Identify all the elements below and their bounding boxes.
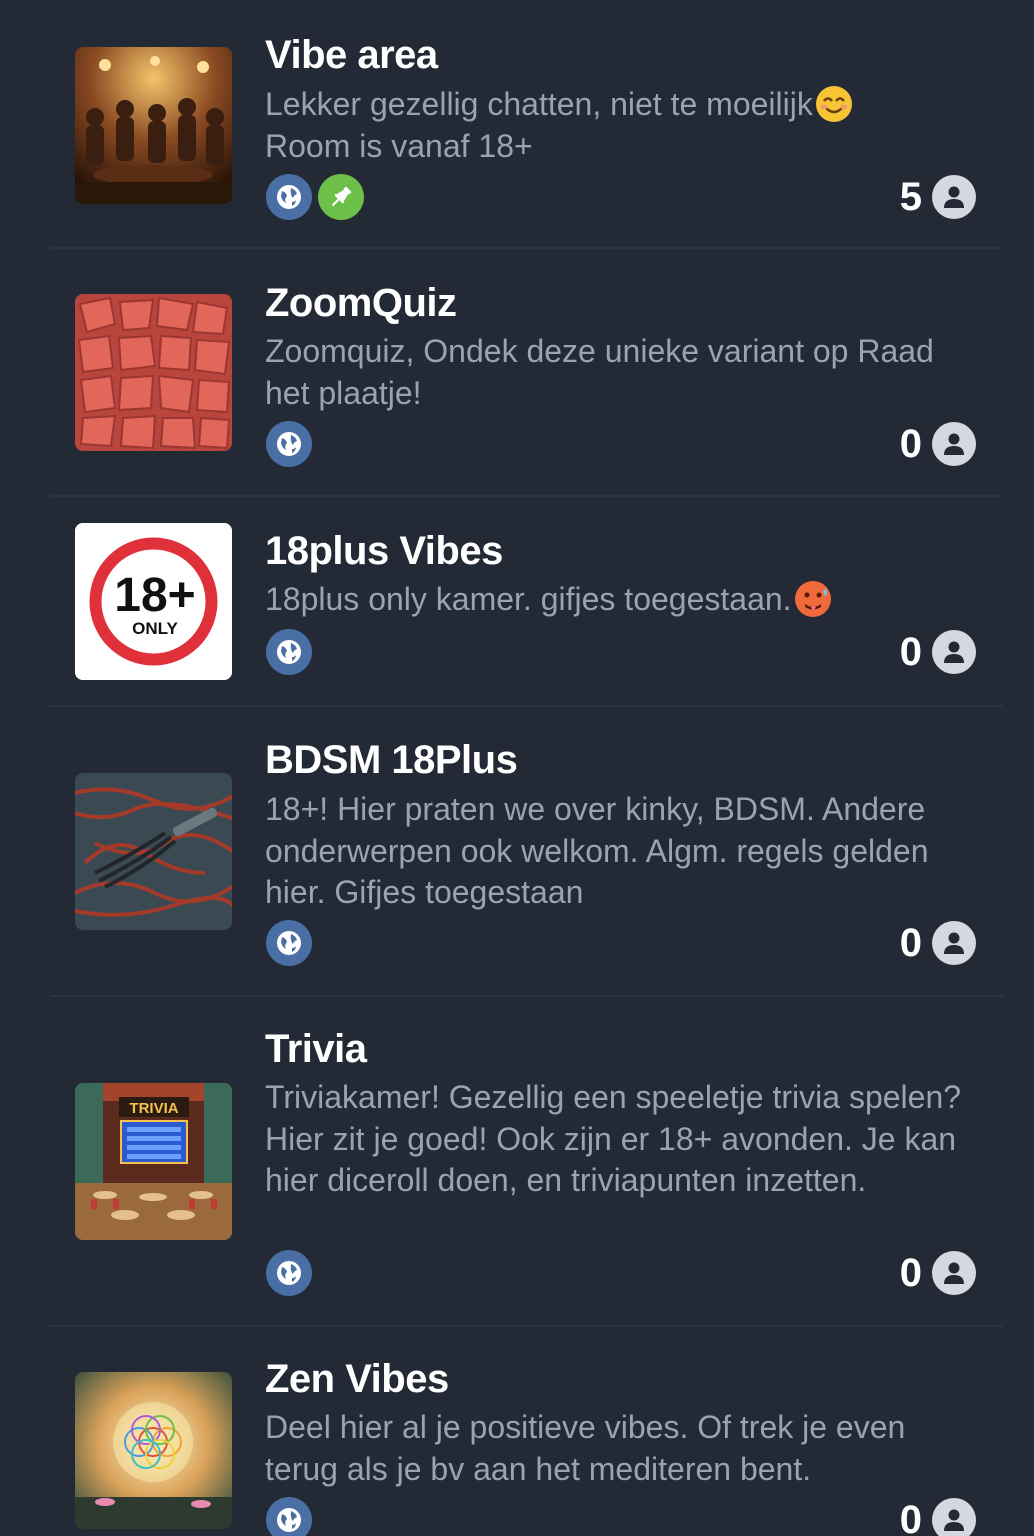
- user-count: 0: [900, 920, 976, 966]
- hot-face-emoji: [794, 581, 831, 617]
- room-badges: [266, 421, 312, 467]
- globe-icon: [266, 629, 312, 675]
- flower-of-life-image: [75, 1372, 232, 1529]
- room-description-line2: Room is vanaf 18+: [265, 127, 533, 164]
- room-name: 18plus Vibes: [265, 529, 503, 573]
- room-description: 18plus only kamer. gifjes toegestaan.: [265, 579, 985, 621]
- user-icon: [932, 1498, 976, 1536]
- user-count: 5: [900, 174, 976, 220]
- room-badges: [266, 920, 312, 966]
- room-description-text: 18plus only kamer. gifjes toegestaan.: [265, 581, 792, 617]
- rope-and-whip-image: [75, 773, 232, 930]
- pin-icon: [318, 174, 364, 220]
- watermelon-image: [75, 294, 232, 451]
- 18-plus-only-sign: 18+ ONLY: [75, 523, 232, 680]
- room-item-18plus-vibes[interactable]: 18+ ONLY 18plus Vibes 18plus only kamer.…: [0, 497, 1034, 705]
- user-count: 0: [900, 629, 976, 675]
- room-thumbnail: [75, 294, 232, 451]
- room-thumbnail: [75, 773, 232, 930]
- room-name: ZoomQuiz: [265, 281, 457, 325]
- room-name: BDSM 18Plus: [265, 738, 518, 782]
- room-description: Triviakamer! Gezellig een speeletje triv…: [265, 1079, 962, 1198]
- globe-icon: [266, 421, 312, 467]
- room-item-zoomquiz[interactable]: ZoomQuiz Zoomquiz, Ondek deze unieke var…: [0, 249, 1034, 495]
- user-count-number: 0: [899, 630, 922, 674]
- user-count: 0: [900, 1497, 976, 1536]
- globe-icon: [266, 174, 312, 220]
- room-badges: [266, 629, 312, 675]
- sign-subtext: ONLY: [132, 619, 178, 638]
- room-thumbnail: [75, 47, 232, 204]
- globe-icon: [266, 920, 312, 966]
- room-description: Zoomquiz, Ondek deze unieke variant op R…: [265, 333, 934, 411]
- room-list: Vibe area Lekker gezellig chatten, niet …: [0, 0, 1034, 1536]
- user-icon: [932, 422, 976, 466]
- room-item-vibe-area[interactable]: Vibe area Lekker gezellig chatten, niet …: [0, 0, 1034, 248]
- room-name: Trivia: [265, 1027, 367, 1071]
- room-name: Vibe area: [265, 33, 438, 77]
- room-item-trivia[interactable]: TRIVIA Trivia Triviakamer! Gezellig een …: [0, 997, 1034, 1325]
- room-name: Zen Vibes: [265, 1357, 449, 1401]
- room-thumbnail: [75, 1372, 232, 1529]
- room-description: 18+! Hier praten we over kinky, BDSM. An…: [265, 791, 929, 910]
- room-description-text: Lekker gezellig chatten, niet te moeilij…: [265, 86, 813, 122]
- room-thumbnail: TRIVIA: [75, 1083, 232, 1240]
- user-count-number: 0: [899, 1251, 922, 1295]
- user-count-number: 0: [899, 422, 922, 466]
- room-item-zen-vibes[interactable]: Zen Vibes Deel hier al je positieve vibe…: [0, 1327, 1034, 1536]
- user-icon: [932, 921, 976, 965]
- room-item-bdsm-18plus[interactable]: BDSM 18Plus 18+! Hier praten we over kin…: [0, 707, 1034, 995]
- globe-icon: [266, 1250, 312, 1296]
- room-description: Deel hier al je positieve vibes. Of trek…: [265, 1409, 906, 1487]
- sign-text: 18+: [114, 569, 195, 622]
- bar-crowd-image: [75, 47, 232, 204]
- room-thumbnail: 18+ ONLY: [75, 523, 232, 680]
- room-description: Lekker gezellig chatten, niet te moeilij…: [265, 84, 985, 167]
- user-count: 0: [900, 421, 976, 467]
- room-badges: [266, 1497, 312, 1536]
- room-badges: [266, 1250, 312, 1296]
- user-count-number: 5: [899, 175, 922, 219]
- trivia-sign-text: TRIVIA: [129, 1100, 178, 1117]
- user-icon: [932, 630, 976, 674]
- user-count: 0: [900, 1250, 976, 1296]
- user-icon: [932, 175, 976, 219]
- smiling-face-emoji: [815, 86, 852, 122]
- trivia-room-image: TRIVIA: [75, 1083, 232, 1240]
- globe-icon: [266, 1497, 312, 1536]
- user-count-number: 0: [899, 921, 922, 965]
- user-icon: [932, 1251, 976, 1295]
- room-badges: [266, 174, 364, 220]
- user-count-number: 0: [899, 1498, 922, 1536]
